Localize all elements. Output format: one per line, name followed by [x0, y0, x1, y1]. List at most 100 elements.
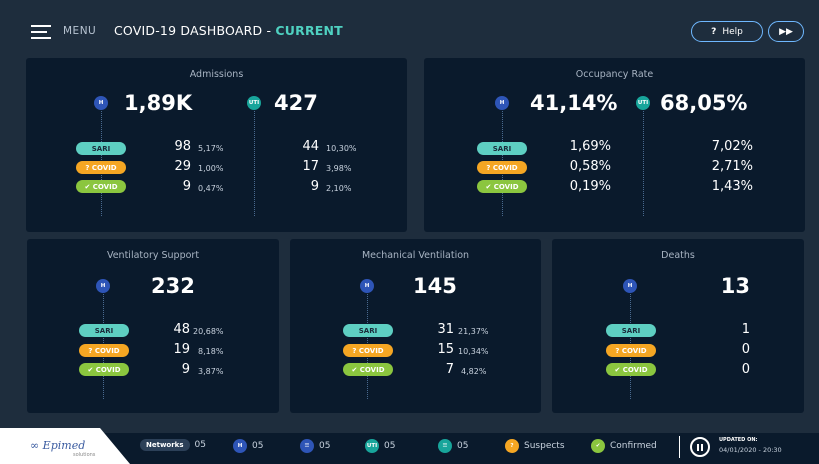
confirmed-covid-pill: ✔ COVID: [76, 180, 126, 193]
help-label: Help: [722, 26, 743, 37]
menu-icon[interactable]: [31, 25, 51, 39]
admissions-uti-suspect-pct: 3,98%: [326, 164, 352, 173]
h-icon: H: [495, 96, 509, 110]
networks-count: 05: [194, 440, 206, 450]
uti-filter[interactable]: UTI 05: [365, 439, 395, 453]
hospital-filter[interactable]: H 05: [233, 439, 263, 453]
suspect-covid-pill: ? COVID: [343, 344, 393, 357]
updated-time: 04/01/2020 - 20:30: [719, 446, 782, 454]
check-icon: ✔: [591, 439, 605, 453]
deaths-suspect: 0: [741, 342, 750, 357]
menu-label[interactable]: MENU: [63, 25, 96, 37]
logo: ∞ Epimed: [30, 439, 86, 452]
admissions-uti-suspect-value: 17: [302, 159, 319, 174]
page-title-current: CURRENT: [275, 23, 343, 38]
admissions-h-confirmed-value: 9: [182, 179, 191, 194]
networks-label: Networks: [140, 439, 190, 451]
occupancy-title: Occupancy Rate: [575, 69, 654, 80]
admissions-uti-sari-value: 44: [302, 139, 319, 154]
footer-divider: [679, 436, 680, 458]
page-title: COVID-19 DASHBOARD - CURRENT: [114, 23, 343, 38]
occupancy-uti-total: 68,05%: [660, 91, 748, 115]
confirmed-covid-pill: ✔ COVID: [477, 180, 527, 193]
mechanical-sari-value: 31: [437, 322, 454, 337]
occupancy-h-confirmed: 0,19%: [569, 179, 611, 194]
admissions-h-sari-pct: 5,17%: [198, 144, 224, 153]
admissions-h-suspect-value: 29: [174, 159, 191, 174]
confirmed-covid-pill: ✔ COVID: [79, 363, 129, 376]
top-bar: MENU COVID-19 DASHBOARD - CURRENT ? Help…: [0, 0, 819, 58]
uti-bed-count: 05: [457, 441, 469, 451]
page-title-prefix: COVID-19 DASHBOARD -: [114, 23, 276, 38]
ventilatory-suspect-value: 19: [173, 342, 190, 357]
mechanical-title: Mechanical Ventilation: [361, 250, 470, 261]
mechanical-total: 145: [413, 274, 457, 298]
bed-count: 05: [319, 441, 331, 451]
occupancy-uti-confirmed: 1,43%: [711, 179, 753, 194]
ventilatory-title: Ventilatory Support: [106, 250, 200, 261]
h-icon: H: [96, 279, 110, 293]
mechanical-suspect-value: 15: [437, 342, 454, 357]
suspects-label: Suspects: [524, 441, 565, 451]
uti-divider: [643, 111, 644, 216]
uti-icon: UTI: [365, 439, 379, 453]
sari-pill: SARI: [606, 324, 656, 337]
uti-divider: [254, 111, 255, 216]
networks-filter[interactable]: Networks 05: [140, 439, 206, 451]
deaths-sari: 1: [741, 322, 750, 337]
h-icon: H: [233, 439, 247, 453]
admissions-h-confirmed-pct: 0,47%: [198, 184, 224, 193]
help-button[interactable]: ? Help: [691, 21, 763, 42]
help-icon: ?: [711, 26, 717, 37]
deaths-card: Deaths H 13 SARI ? COVID ✔ COVID 1 0 0: [552, 239, 804, 413]
fast-forward-button[interactable]: ▶▶: [768, 21, 804, 42]
admissions-title: Admissions: [189, 69, 244, 80]
admissions-h-suspect-pct: 1,00%: [198, 164, 224, 173]
pause-icon[interactable]: [690, 437, 710, 457]
admissions-uti-sari-pct: 10,30%: [326, 144, 357, 153]
h-icon: H: [360, 279, 374, 293]
occupancy-h-suspect: 0,58%: [569, 159, 611, 174]
occupancy-uti-sari: 7,02%: [711, 139, 753, 154]
occupancy-h-total: 41,14%: [530, 91, 618, 115]
admissions-uti-confirmed-value: 9: [310, 179, 319, 194]
bed-icon: ☰: [438, 439, 452, 453]
ventilatory-total: 232: [151, 274, 195, 298]
sari-pill: SARI: [343, 324, 393, 337]
hospital-count: 05: [252, 441, 264, 451]
ventilatory-confirmed-value: 9: [181, 362, 190, 377]
ventilatory-support-card: Ventilatory Support H 232 SARI ? COVID ✔…: [27, 239, 279, 413]
ventilatory-suspect-pct: 8,18%: [198, 347, 224, 356]
sari-pill: SARI: [477, 142, 527, 155]
sari-pill: SARI: [79, 324, 129, 337]
confirmed-legend[interactable]: ✔ Confirmed: [591, 439, 657, 453]
suspect-covid-pill: ? COVID: [477, 161, 527, 174]
mechanical-sari-pct: 21,37%: [458, 327, 489, 336]
bed-icon: ☰: [300, 439, 314, 453]
question-icon: ?: [505, 439, 519, 453]
logo-text: Epimed: [42, 439, 86, 452]
suspect-covid-pill: ? COVID: [79, 344, 129, 357]
uti-icon: UTI: [636, 96, 650, 110]
admissions-uti-confirmed-pct: 2,10%: [326, 184, 352, 193]
mechanical-suspect-pct: 10,34%: [458, 347, 489, 356]
uti-count: 05: [384, 441, 396, 451]
ventilatory-sari-value: 48: [173, 322, 190, 337]
occupancy-h-sari: 1,69%: [569, 139, 611, 154]
uti-bed-filter[interactable]: ☰ 05: [438, 439, 468, 453]
bed-filter[interactable]: ☰ 05: [300, 439, 330, 453]
occupancy-uti-suspect: 2,71%: [711, 159, 753, 174]
mechanical-confirmed-value: 7: [445, 362, 454, 377]
admissions-h-total: 1,89K: [124, 91, 193, 115]
confirmed-label: Confirmed: [610, 441, 657, 451]
confirmed-covid-pill: ✔ COVID: [343, 363, 393, 376]
suspects-legend[interactable]: ? Suspects: [505, 439, 565, 453]
admissions-h-sari-value: 98: [174, 139, 191, 154]
h-icon: H: [94, 96, 108, 110]
confirmed-covid-pill: ✔ COVID: [606, 363, 656, 376]
admissions-uti-total: 427: [274, 91, 318, 115]
mechanical-confirmed-pct: 4,82%: [461, 367, 487, 376]
suspect-covid-pill: ? COVID: [76, 161, 126, 174]
occupancy-card: Occupancy Rate H 41,14% UTI 68,05% SARI …: [424, 58, 805, 232]
deaths-total: 13: [720, 274, 750, 298]
